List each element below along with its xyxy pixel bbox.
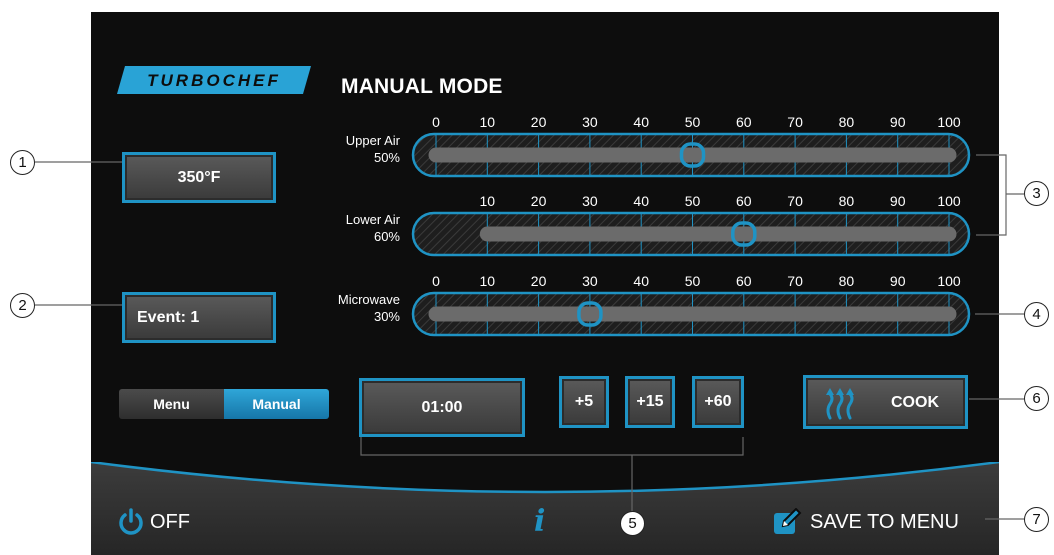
callout-3: 3 xyxy=(1024,181,1049,206)
callout-4: 4 xyxy=(1024,302,1049,327)
callout-7: 7 xyxy=(1024,507,1049,532)
callout-1: 1 xyxy=(10,150,35,175)
callout-6: 6 xyxy=(1024,386,1049,411)
callout-lines xyxy=(35,154,1024,520)
callout-2: 2 xyxy=(10,293,35,318)
callout-5: 5 xyxy=(620,511,645,536)
